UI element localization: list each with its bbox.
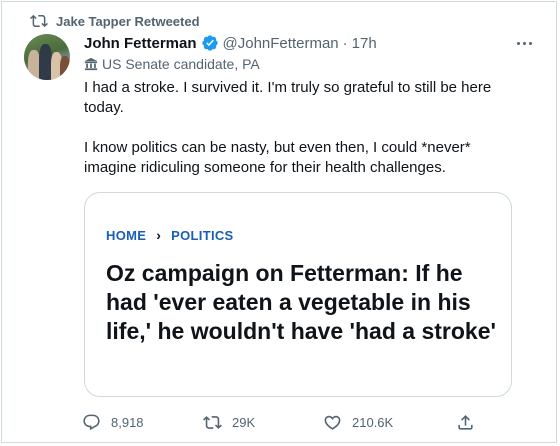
verified-badge-icon [201, 35, 218, 51]
breadcrumb: HOME › POLITICS [106, 227, 234, 243]
breadcrumb-section: POLITICS [171, 227, 234, 243]
heart-icon [324, 415, 341, 430]
tweet-header: John Fetterman @JohnFetterman · 17h [84, 32, 536, 54]
share-icon [458, 414, 473, 430]
author-name[interactable]: John Fetterman [84, 35, 197, 52]
author-handle[interactable]: @JohnFetterman [223, 35, 339, 52]
meta-separator: · [342, 34, 348, 52]
card-headline: Oz campaign on Fetterman: If he had 'eve… [106, 260, 496, 344]
like-count: 210.6K [352, 414, 394, 430]
retweet-label[interactable]: Jake Tapper Retweeted [56, 14, 200, 29]
account-label: US Senate candidate, PA [84, 54, 260, 74]
government-building-icon [84, 57, 98, 71]
retweet-count: 29K [232, 414, 256, 430]
reply-button[interactable]: 8,918 [82, 410, 144, 434]
tweet-paragraph-1: I had a stroke. I survived it. I'm truly… [84, 79, 492, 116]
retweet-button[interactable]: 29K [203, 410, 255, 434]
retweet-context[interactable]: Jake Tapper Retweeted [30, 12, 200, 30]
more-icon[interactable] [512, 32, 536, 54]
retweet-icon [30, 14, 48, 28]
tweet-timestamp[interactable]: 17h [352, 35, 377, 52]
tweet-container[interactable]: Jake Tapper Retweeted John Fetterman @Jo… [1, 1, 557, 443]
chevron-right-icon: › [156, 227, 162, 243]
account-label-text: US Senate candidate, PA [102, 56, 260, 72]
tweet-paragraph-2: I know politics can be nasty, but even t… [84, 139, 471, 176]
retweet-icon [203, 415, 222, 429]
tweet-text: I had a stroke. I survived it. I'm truly… [84, 78, 524, 178]
reply-count: 8,918 [111, 414, 144, 430]
reply-icon [83, 414, 100, 430]
breadcrumb-home: HOME [106, 227, 147, 243]
link-card[interactable]: HOME › POLITICS Oz campaign on Fetterman… [84, 192, 512, 397]
like-button[interactable]: 210.6K [323, 410, 393, 434]
tweet-actions: 8,918 29K 210.6K [82, 410, 482, 434]
share-button[interactable] [456, 410, 485, 434]
avatar[interactable] [24, 34, 70, 80]
